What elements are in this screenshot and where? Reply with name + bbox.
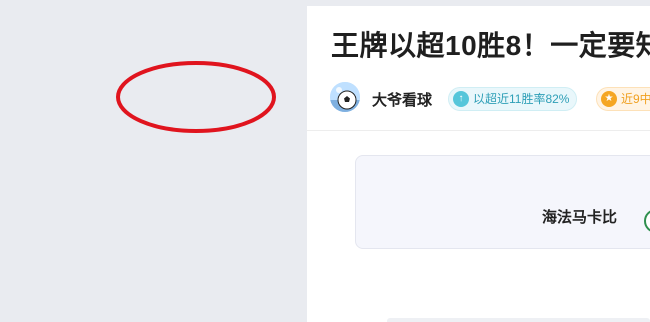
header-divider — [307, 130, 650, 131]
author-avatar[interactable] — [330, 82, 360, 112]
team-logo-icon — [644, 209, 650, 233]
article-title: 王牌以超10胜8！一定要知 — [331, 30, 650, 61]
author-name[interactable]: 大爷看球 — [372, 89, 432, 110]
arrow-up-icon: ↑ — [453, 91, 469, 107]
match-card[interactable]: 海法马卡比 — [355, 155, 650, 249]
author-row: 大爷看球 ↑ 以超近11胜率82% ★ 近9中 — [330, 82, 650, 114]
win-rate-label: 以超近11胜率82% — [473, 92, 570, 106]
star-icon: ★ — [601, 91, 617, 107]
win-rate-badge[interactable]: ↑ 以超近11胜率82% — [448, 87, 578, 111]
soccer-ball-icon — [330, 82, 360, 112]
recent-record-label: 近9中 — [621, 92, 650, 106]
home-team-name: 海法马卡比 — [542, 209, 618, 226]
recent-record-badge[interactable]: ★ 近9中 — [596, 87, 650, 111]
article-panel: 王牌以超10胜8！一定要知 大爷看球 ↑ 以超近11胜率82% ★ 近9中 海法… — [307, 6, 650, 322]
content-placeholder-bar — [387, 318, 650, 322]
